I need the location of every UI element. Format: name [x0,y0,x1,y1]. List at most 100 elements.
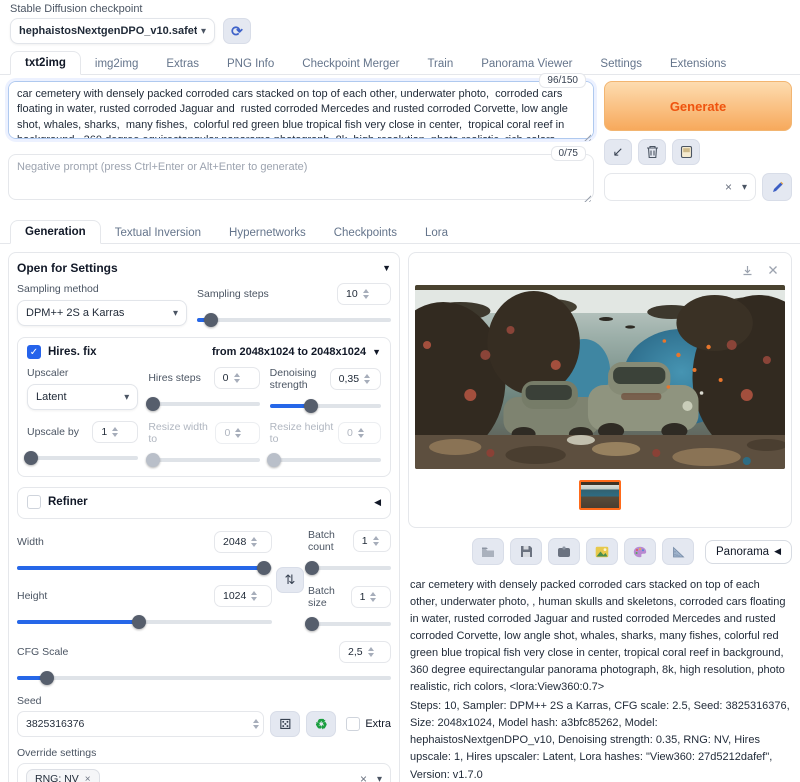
tab-settings[interactable]: Settings [586,53,656,75]
tab-img2img[interactable]: img2img [81,53,152,75]
denoising-strength-slider[interactable] [270,399,381,413]
spinner-icon[interactable] [368,646,374,658]
upscale-by-slider[interactable] [27,451,138,465]
send-to-img2img-button[interactable] [586,538,618,565]
clear-overrides-icon[interactable]: × [360,772,367,782]
checkpoint-dropdown[interactable]: hephaistosNextgenDPO_v10.safetensors [a3… [10,18,215,44]
hires-steps-slider[interactable] [148,397,259,411]
caret-down-icon: ▾ [742,182,747,193]
resize-height-input[interactable]: 0 [338,422,381,444]
extra-seed-checkbox[interactable] [346,717,360,731]
sampling-method-dropdown[interactable]: DPM++ 2S a Karras ▾ [17,300,187,326]
hires-steps-input[interactable]: 0 [214,367,260,389]
batch-count-input[interactable]: 1 [353,530,391,552]
spinner-icon[interactable] [363,288,369,300]
seed-input[interactable]: 3825316376 [17,711,264,737]
override-chip-rng-nv[interactable]: RNG: NV × [26,769,100,782]
tab-extras[interactable]: Extras [152,53,213,75]
tab-hypernetworks[interactable]: Hypernetworks [215,222,320,244]
hires-fix-checkbox[interactable]: ✓ [27,345,41,359]
refresh-checkpoint-button[interactable]: ⟳ [223,18,251,44]
tab-extensions[interactable]: Extensions [656,53,740,75]
extra-seed-label: Extra [365,718,391,730]
spinner-icon[interactable] [253,718,259,730]
extra-networks-button[interactable] [672,139,700,165]
reuse-seed-button[interactable]: ♻ [306,711,336,737]
gallery-thumbnail-selected[interactable] [579,480,621,510]
send-to-inpaint-button[interactable] [624,538,656,565]
open-folder-button[interactable] [472,538,504,565]
resize-width-input[interactable]: 0 [215,422,259,444]
edit-styles-button[interactable] [762,173,792,201]
width-input[interactable]: 2048 [214,531,272,553]
sampling-steps-label: Sampling steps [197,288,269,300]
upscaler-label: Upscaler [27,367,138,379]
generated-panorama-image[interactable] [415,285,785,469]
height-input[interactable]: 1024 [214,585,272,607]
batch-size-input[interactable]: 1 [351,586,391,608]
tab-train[interactable]: Train [413,53,467,75]
tab-panorama-viewer[interactable]: Panorama Viewer [467,53,586,75]
batch-size-slider[interactable] [308,617,391,631]
panorama-accordion-label: Panorama [716,546,769,558]
negative-prompt-input[interactable] [8,154,594,200]
spinner-icon[interactable] [370,591,376,603]
upscale-by-value: 1 [101,426,107,438]
checkpoint-bar: Stable Diffusion checkpoint hephaistosNe… [0,0,800,44]
tab-textual-inversion[interactable]: Textual Inversion [101,222,215,244]
caret-down-icon: ▾ [124,392,129,403]
cfg-scale-input[interactable]: 2,5 [339,641,391,663]
spinner-icon[interactable] [112,426,118,438]
tab-txt2img[interactable]: txt2img [10,51,81,75]
cfg-scale-slider[interactable] [17,671,391,685]
refiner-checkbox[interactable] [27,495,41,509]
send-to-extras-button[interactable] [662,538,694,565]
tab-generation[interactable]: Generation [10,220,101,244]
clear-styles-icon[interactable]: × [725,180,732,194]
prompt-input[interactable]: car cemetery with densely packed corrode… [8,81,594,139]
spinner-icon[interactable] [373,535,379,547]
batch-count-slider[interactable] [308,561,391,575]
upscale-by-input[interactable]: 1 [92,421,138,443]
hires-resolution-summary[interactable]: from 2048x1024 to 2048x1024 ▼ [212,346,381,358]
download-image-button[interactable] [737,261,757,279]
extra-seed-toggle[interactable]: Extra [346,717,391,731]
swap-dimensions-button[interactable]: ⇅ [276,567,304,593]
prompt-token-counter: 96/150 [539,73,586,88]
tab-png-info[interactable]: PNG Info [213,53,288,75]
close-image-button[interactable] [763,261,783,279]
spinner-icon[interactable] [234,372,240,384]
styles-dropdown[interactable]: × ▾ [604,173,756,201]
remove-chip-icon[interactable]: × [85,774,91,782]
checkpoint-value: hephaistosNextgenDPO_v10.safetensors [a3… [19,25,197,37]
sampling-steps-input[interactable]: 10 [337,283,391,305]
batch-count-label: Batch count [308,529,353,553]
denoising-strength-input[interactable]: 0,35 [330,368,381,390]
upscale-by-label: Upscale by [27,426,79,438]
save-image-button[interactable] [510,538,542,565]
open-for-settings-header[interactable]: Open for Settings ▼ [17,261,391,275]
batch-count-value: 1 [362,535,368,547]
refiner-section[interactable]: Refiner ◀ [17,487,391,519]
tab-checkpoint-merger[interactable]: Checkpoint Merger [288,53,413,75]
spinner-icon[interactable] [251,536,257,548]
clear-prompt-button[interactable] [638,139,666,165]
spinner-icon[interactable] [364,373,370,385]
tab-lora[interactable]: Lora [411,222,462,244]
sampling-steps-slider[interactable] [197,313,391,327]
card-icon [680,145,693,159]
generate-button[interactable]: Generate [604,81,792,131]
random-seed-button[interactable]: ⚄ [270,711,300,737]
height-slider[interactable] [17,615,272,629]
paste-generation-params-button[interactable]: ↙ [604,139,632,165]
panorama-accordion[interactable]: Panorama ◀ [705,540,792,564]
resize-height-label: Resize height to [270,421,338,445]
width-slider[interactable] [17,561,272,575]
save-zip-button[interactable] [548,538,580,565]
spinner-icon[interactable] [251,590,257,602]
hires-fix-checkbox-row[interactable]: ✓ Hires. fix [27,345,97,359]
open-for-settings-accordion: Open for Settings ▼ Sampling method DPM+… [8,252,400,782]
upscaler-dropdown[interactable]: Latent ▾ [27,384,138,410]
tab-checkpoints[interactable]: Checkpoints [320,222,411,244]
override-settings-dropdown[interactable]: RNG: NV × × ▾ [17,763,391,782]
